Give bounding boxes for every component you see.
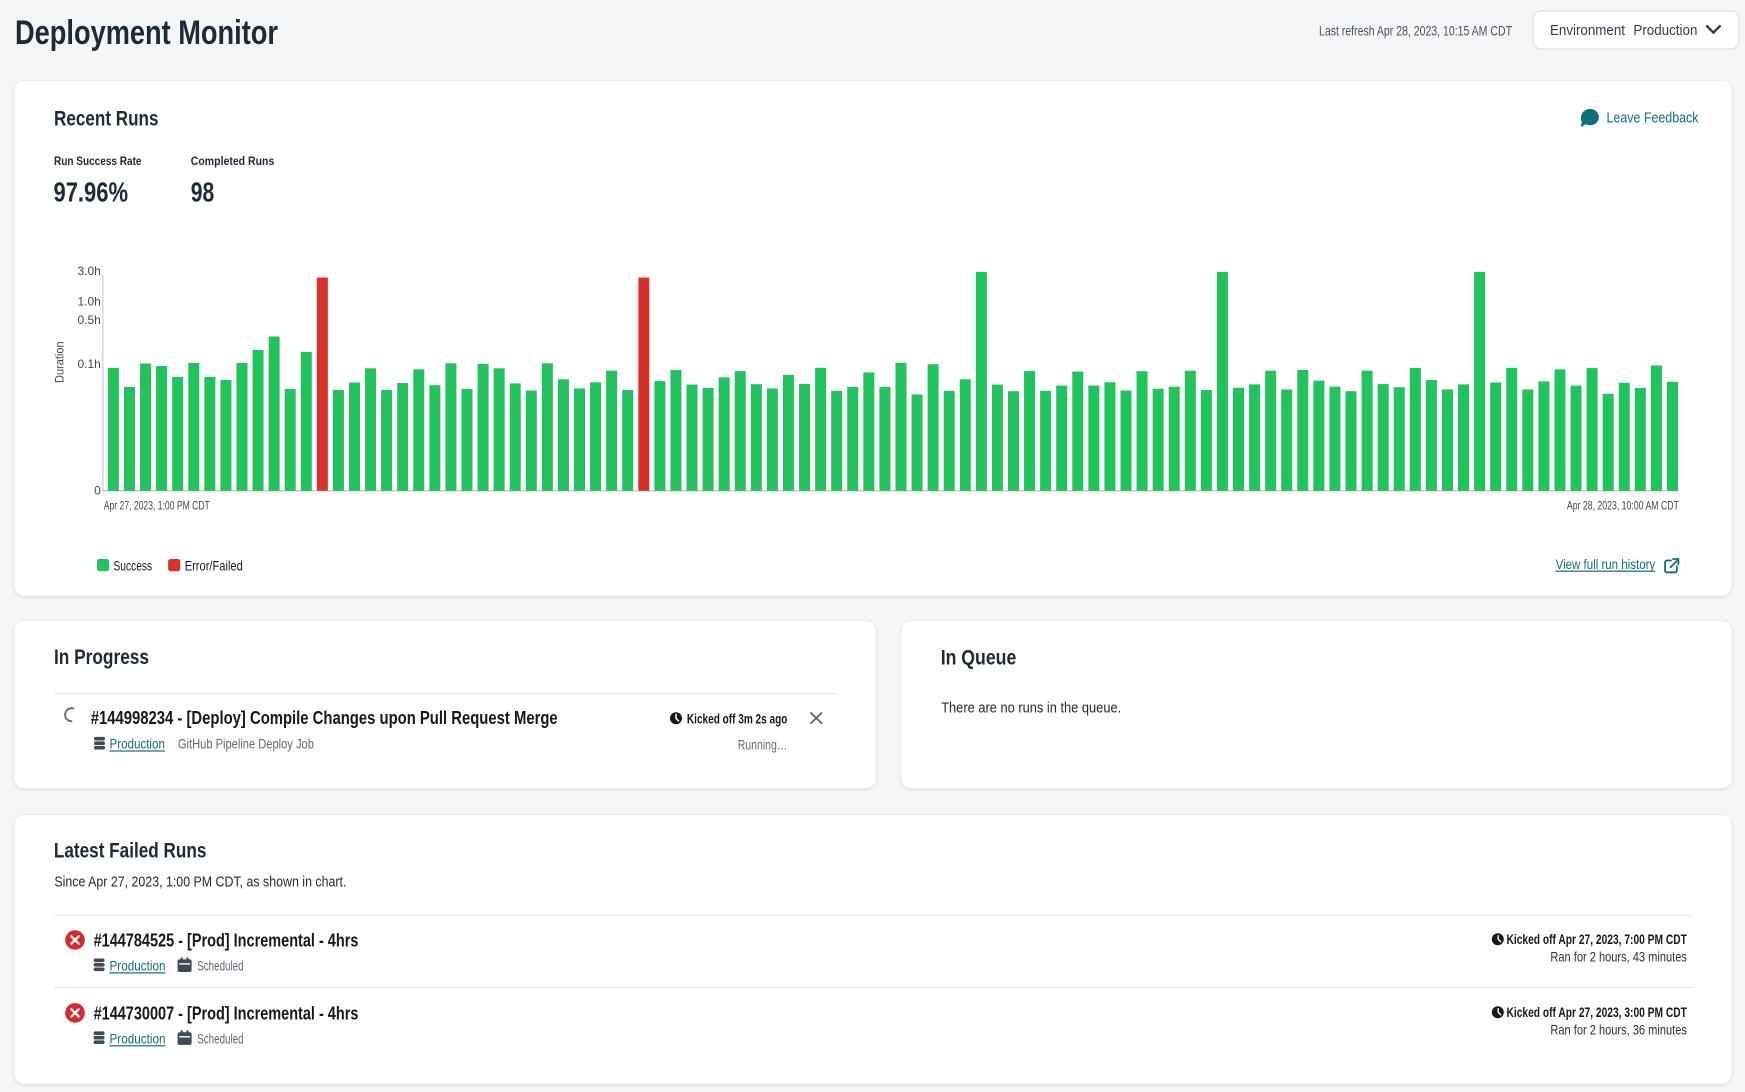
svg-text:97.96%: 97.96%	[54, 177, 129, 208]
svg-text:Kicked off Apr 27, 2023, 3:00: Kicked off Apr 27, 2023, 3:00 PM CDT	[1507, 1004, 1688, 1020]
svg-text:In Progress: In Progress	[54, 646, 149, 669]
svg-text:0.5h: 0.5h	[77, 313, 100, 327]
svg-text:0: 0	[94, 483, 101, 497]
svg-text:View full run history: View full run history	[1556, 556, 1656, 572]
svg-text:Latest Failed Runs: Latest Failed Runs	[54, 840, 207, 863]
svg-text:#144730007 - [Prod] Incrementa: #144730007 - [Prod] Incremental - 4hrs	[94, 1003, 359, 1023]
svg-text:Kicked off Apr 27, 2023, 7:00: Kicked off Apr 27, 2023, 7:00 PM CDT	[1507, 931, 1688, 947]
svg-text:Duration: Duration	[53, 341, 67, 383]
svg-text:There are no runs in the queue: There are no runs in the queue.	[941, 699, 1121, 716]
svg-text:Environment: Environment	[1550, 22, 1626, 39]
svg-text:Run Success Rate: Run Success Rate	[54, 156, 142, 168]
svg-text:Ran for 2 hours, 36 minutes: Ran for 2 hours, 36 minutes	[1550, 1022, 1687, 1038]
svg-text:Production: Production	[1633, 22, 1697, 39]
svg-text:Completed Runs: Completed Runs	[191, 156, 274, 168]
svg-text:Ran for 2 hours, 43 minutes: Ran for 2 hours, 43 minutes	[1550, 949, 1687, 965]
svg-text:Scheduled: Scheduled	[197, 1030, 243, 1046]
svg-text:Recent Runs: Recent Runs	[54, 108, 159, 131]
svg-text:3.0h: 3.0h	[77, 264, 100, 278]
svg-text:Production: Production	[110, 736, 165, 752]
svg-text:#144784525 - [Prod] Incrementa: #144784525 - [Prod] Incremental - 4hrs	[94, 930, 359, 950]
svg-text:Success: Success	[114, 557, 153, 573]
svg-text:Running…: Running…	[738, 737, 788, 753]
svg-text:Leave Feedback: Leave Feedback	[1607, 110, 1699, 127]
svg-text:Deployment Monitor: Deployment Monitor	[15, 14, 278, 52]
svg-text:Error/Failed: Error/Failed	[185, 557, 243, 573]
svg-text:Production: Production	[110, 1030, 166, 1046]
svg-text:98: 98	[191, 177, 215, 208]
svg-text:0.1h: 0.1h	[77, 357, 100, 371]
svg-text:GitHub Pipeline Deploy Job: GitHub Pipeline Deploy Job	[178, 736, 314, 752]
svg-text:Last refresh Apr 28, 2023, 10:: Last refresh Apr 28, 2023, 10:15 AM CDT	[1319, 23, 1512, 39]
svg-text:Since Apr 27, 2023, 1:00 PM CD: Since Apr 27, 2023, 1:00 PM CDT, as show…	[54, 873, 346, 890]
svg-text:Apr 28, 2023, 10:00 AM CDT: Apr 28, 2023, 10:00 AM CDT	[1567, 498, 1679, 512]
svg-text:1.0h: 1.0h	[77, 295, 100, 309]
svg-text:Apr 27, 2023, 1:00 PM CDT: Apr 27, 2023, 1:00 PM CDT	[104, 498, 210, 512]
svg-text:Production: Production	[110, 957, 166, 973]
svg-text:#144998234 - [Deploy] Compile: #144998234 - [Deploy] Compile Changes up…	[91, 708, 558, 728]
svg-text:Scheduled: Scheduled	[197, 957, 243, 973]
svg-text:Kicked off 3m 2s ago: Kicked off 3m 2s ago	[687, 711, 788, 727]
svg-text:In Queue: In Queue	[941, 647, 1017, 670]
